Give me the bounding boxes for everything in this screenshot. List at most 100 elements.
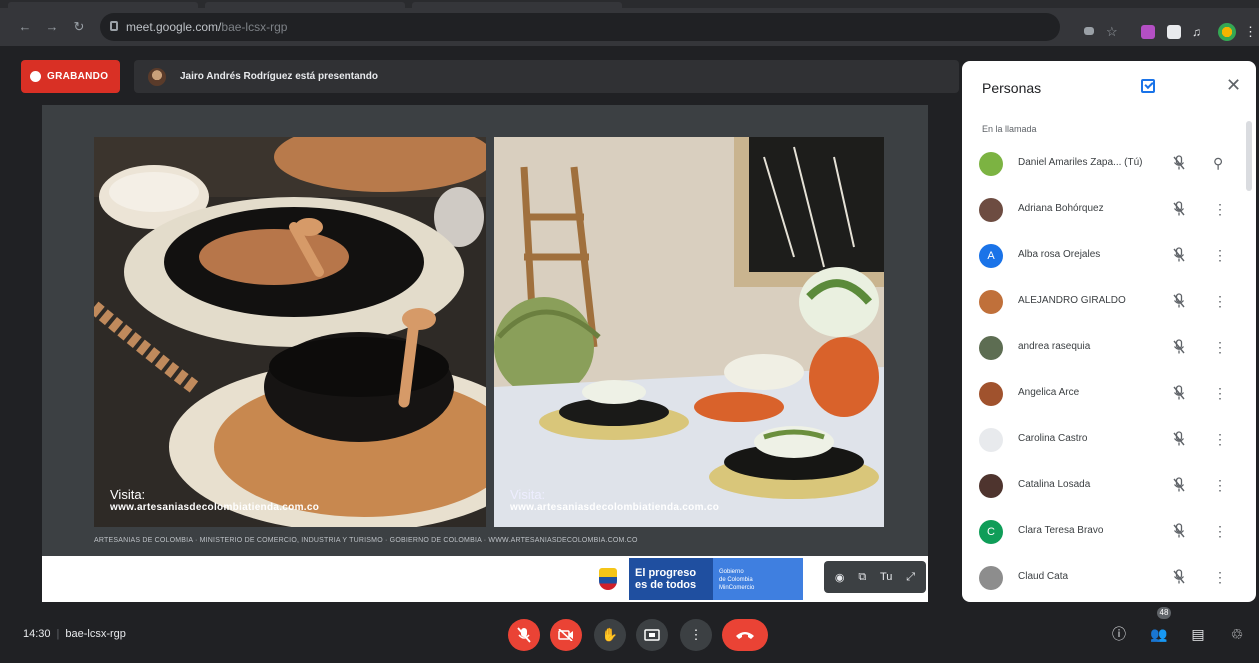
- lock-icon: [110, 21, 118, 31]
- more-icon[interactable]: ⋮: [1213, 339, 1227, 356]
- checkbox-icon[interactable]: [1141, 79, 1155, 93]
- address-bar-row: ← → ↻ meet.google.com/bae-lcsx-rgp ☆ ♫ ⋮: [0, 8, 1259, 46]
- gov-entity-line3: MinComercio: [719, 585, 755, 591]
- participant-row[interactable]: ALEJANDRO GIRALDO ⋮: [962, 279, 1256, 325]
- more-vert-icon: ⋮: [689, 627, 703, 642]
- url-text: meet.google.com/bae-lcsx-rgp: [126, 20, 287, 34]
- present-now-button[interactable]: [636, 619, 668, 651]
- profile-avatar[interactable]: [1218, 23, 1236, 41]
- muted-mic-icon: [1172, 293, 1186, 309]
- presentation-controls: ◉ ⧉ Tu ⤢: [824, 561, 926, 593]
- participant-row[interactable]: C Clara Teresa Bravo ⋮: [962, 509, 1256, 555]
- participant-list: Daniel Amariles Zapa... (Tú) ⚲ Adriana Boh…: [962, 141, 1256, 601]
- participant-row[interactable]: Claud Cata ⋮: [962, 555, 1256, 601]
- visit-caption-left: Visita: www.artesaniasdecolombiatienda.c…: [110, 487, 319, 513]
- muted-mic-icon: [1172, 431, 1186, 447]
- visit-url: www.artesaniasdecolombiatienda.com.co: [110, 502, 320, 513]
- muted-mic-icon: [1172, 247, 1186, 263]
- more-icon[interactable]: ⋮: [1213, 477, 1227, 494]
- participant-row[interactable]: Daniel Amariles Zapa... (Tú) ⚲: [962, 141, 1256, 187]
- more-icon[interactable]: ⋮: [1213, 247, 1227, 264]
- star-icon[interactable]: ☆: [1106, 25, 1120, 39]
- muted-mic-icon: [1172, 523, 1186, 539]
- leave-call-button[interactable]: [722, 619, 768, 651]
- participant-name: Alba rosa Orejales: [1018, 249, 1101, 260]
- tableware-illustration: [94, 137, 486, 527]
- participant-avatar: [979, 336, 1003, 360]
- participant-avatar: [979, 290, 1003, 314]
- url-path: bae-lcsx-rgp: [221, 20, 288, 34]
- more-icon[interactable]: ⋮: [1213, 523, 1227, 540]
- participant-avatar: [979, 198, 1003, 222]
- participant-row[interactable]: Angelica Arce ⋮: [962, 371, 1256, 417]
- pointer-icon[interactable]: ◉: [835, 571, 845, 584]
- puzzle-icon[interactable]: ♫: [1192, 25, 1206, 39]
- back-icon[interactable]: ←: [18, 20, 32, 34]
- pin-icon[interactable]: ⚲: [1213, 155, 1223, 172]
- people-count-badge: 48: [1157, 607, 1171, 619]
- meta-separator: |: [56, 628, 60, 640]
- people-icon[interactable]: 👥: [1149, 624, 1169, 644]
- presentation-slide: Visita: www.artesaniasdecolombiatienda.c…: [94, 137, 884, 529]
- present-you-button[interactable]: Tu: [880, 571, 892, 583]
- visit-url: www.artesaniasdecolombiatienda.com.co: [510, 502, 720, 513]
- slide-bottom-bar: El progreso es de todos Gobierno de Colo…: [42, 556, 928, 602]
- people-panel: Personas ✕ En la llamada Daniel Amariles…: [962, 61, 1256, 602]
- forward-icon[interactable]: →: [45, 20, 59, 34]
- more-options-button[interactable]: ⋮: [680, 619, 712, 651]
- participant-avatar: A: [979, 244, 1003, 268]
- extension-icon[interactable]: [1141, 25, 1155, 39]
- close-icon[interactable]: ✕: [1226, 75, 1241, 96]
- menu-icon[interactable]: ⋮: [1244, 25, 1257, 39]
- muted-mic-icon: [1172, 477, 1186, 493]
- meeting-control-bar: 14:30 | bae-lcsx-rgp ✋ ⋮ ⓘ 👥 48 ▤ ♲: [0, 604, 1259, 663]
- government-banner: El progreso es de todos Gobierno de Colo…: [587, 558, 803, 600]
- extension-icon[interactable]: [1167, 25, 1181, 39]
- camera-icon[interactable]: [1084, 27, 1094, 35]
- participant-row[interactable]: Catalina Losada ⋮: [962, 463, 1256, 509]
- chat-icon[interactable]: ▤: [1188, 624, 1208, 644]
- section-label: En la llamada: [982, 124, 1037, 134]
- participant-avatar: [979, 566, 1003, 590]
- gov-entity-line1: Gobierno: [719, 569, 744, 575]
- participant-row[interactable]: andrea rasequia ⋮: [962, 325, 1256, 371]
- muted-mic-icon: [1172, 569, 1186, 585]
- visit-label: Visita:: [110, 487, 146, 502]
- participant-avatar: [979, 152, 1003, 176]
- presenting-banner: Jairo Andrés Rodríguez está presentando: [134, 60, 959, 93]
- recording-badge: GRABANDO: [21, 60, 120, 93]
- more-icon[interactable]: ⋮: [1213, 431, 1227, 448]
- more-icon[interactable]: ⋮: [1213, 201, 1227, 218]
- participant-name: Catalina Losada: [1018, 479, 1091, 490]
- participant-name: Angelica Arce: [1018, 387, 1080, 398]
- participant-name: Adriana Bohórquez: [1018, 203, 1104, 214]
- meeting-time: 14:30: [23, 628, 51, 640]
- participant-row[interactable]: Adriana Bohórquez ⋮: [962, 187, 1256, 233]
- reload-icon[interactable]: ↻: [72, 20, 86, 34]
- gov-slogan-line1: El progreso: [635, 567, 697, 579]
- camera-off-button[interactable]: [550, 619, 582, 651]
- raise-hand-button[interactable]: ✋: [594, 619, 626, 651]
- participant-row[interactable]: Carolina Castro ⋮: [962, 417, 1256, 463]
- participant-name: Carolina Castro: [1018, 433, 1088, 444]
- info-icon[interactable]: ⓘ: [1109, 624, 1129, 644]
- mic-off-button[interactable]: [508, 619, 540, 651]
- meeting-info: 14:30 | bae-lcsx-rgp: [23, 628, 126, 640]
- participant-name: Daniel Amariles Zapa... (Tú): [1018, 157, 1143, 168]
- record-dot-icon: [30, 71, 41, 82]
- participant-row[interactable]: A Alba rosa Orejales ⋮: [962, 233, 1256, 279]
- activities-icon[interactable]: ♲: [1227, 624, 1247, 644]
- participant-name: ALEJANDRO GIRALDO: [1018, 295, 1126, 306]
- participant-name: andrea rasequia: [1018, 341, 1091, 352]
- more-icon[interactable]: ⋮: [1213, 569, 1227, 586]
- url-host: meet.google.com/: [126, 20, 222, 34]
- url-field[interactable]: meet.google.com/bae-lcsx-rgp: [100, 13, 1060, 41]
- muted-mic-icon: [1172, 201, 1186, 217]
- fullscreen-icon[interactable]: ⤢: [906, 571, 915, 584]
- present-window-icon[interactable]: ⧉: [858, 571, 866, 584]
- present-icon: [644, 629, 660, 641]
- panel-title: Personas: [982, 80, 1042, 96]
- more-icon[interactable]: ⋮: [1213, 385, 1227, 402]
- meeting-code[interactable]: bae-lcsx-rgp: [65, 628, 126, 640]
- more-icon[interactable]: ⋮: [1213, 293, 1227, 310]
